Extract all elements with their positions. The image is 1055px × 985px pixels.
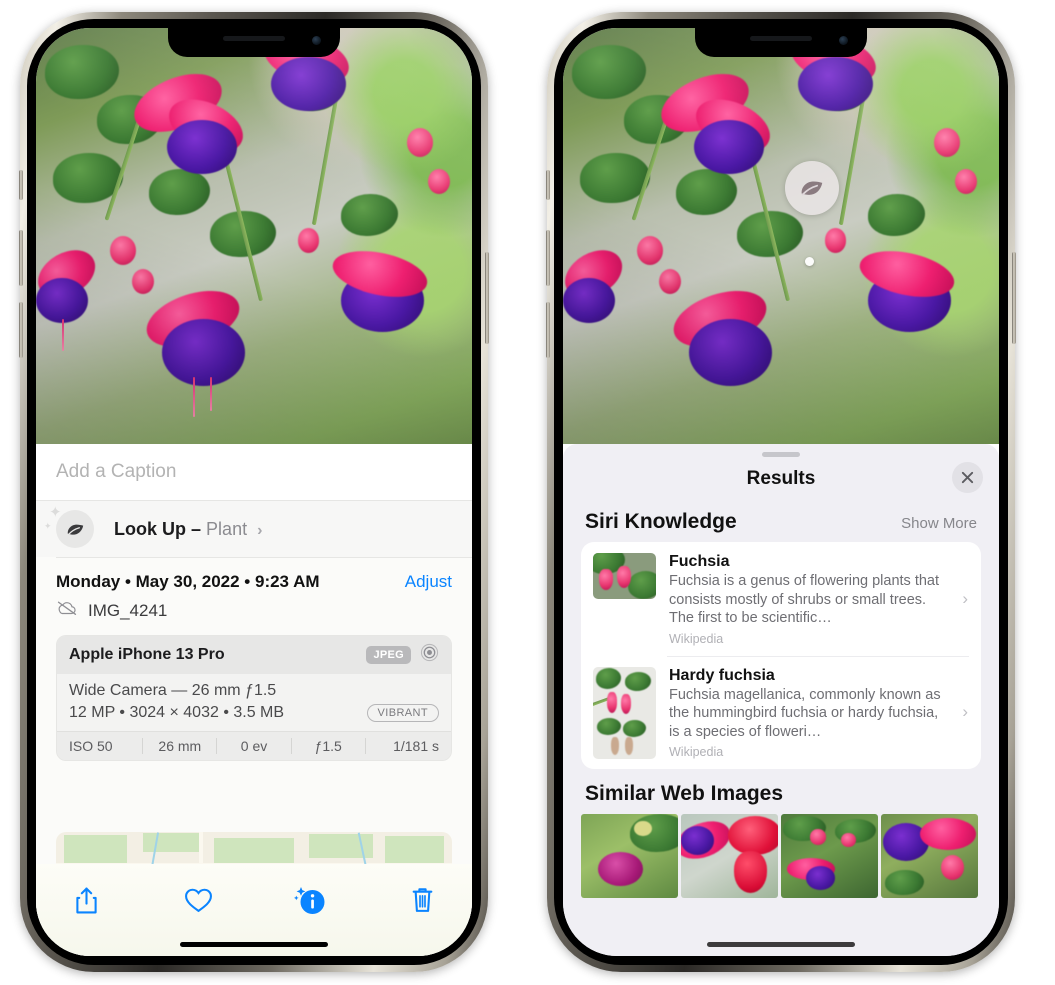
chevron-right-icon: › — [257, 521, 263, 539]
adjust-button[interactable]: Adjust — [405, 572, 452, 592]
volume-down-button[interactable] — [546, 302, 550, 358]
show-more-button[interactable]: Show More — [901, 515, 977, 532]
photo-viewer[interactable] — [36, 28, 472, 444]
screenshot-canvas: Add a Caption ✦ ✦ Look Up – Plant › Mond… — [0, 0, 1055, 985]
result-title: Hardy fuchsia — [669, 666, 775, 684]
list-item[interactable]: Fuchsia Fuchsia is a genus of flowering … — [581, 542, 981, 656]
exif-ev: 0 ev — [217, 738, 292, 754]
share-button[interactable] — [66, 880, 106, 920]
front-camera-icon — [839, 36, 848, 45]
photographic-style-badge: VIBRANT — [366, 704, 439, 722]
iphone-right: Results Siri Knowledge Show More Fuchsia… — [546, 12, 1016, 972]
similar-image-thumbnail[interactable] — [581, 814, 678, 899]
home-indicator[interactable] — [180, 942, 328, 947]
camera-card-body: Wide Camera — 26 mm ƒ1.5 12 MP • 3024 × … — [57, 674, 451, 731]
delete-button[interactable] — [402, 880, 442, 920]
result-description: Fuchsia is a genus of flowering plants t… — [669, 573, 940, 627]
info-button[interactable] — [290, 880, 330, 920]
photo-viewer[interactable] — [563, 28, 999, 444]
screen-left: Add a Caption ✦ ✦ Look Up – Plant › Mond… — [36, 28, 472, 956]
look-up-dash: – — [191, 518, 202, 539]
camera-model: Apple iPhone 13 Pro — [69, 646, 225, 663]
mute-switch[interactable] — [19, 170, 23, 200]
result-thumbnail — [593, 553, 656, 599]
leaf-icon — [56, 510, 94, 548]
earpiece-speaker — [223, 36, 285, 41]
close-button[interactable] — [952, 462, 983, 493]
photo-shading — [563, 28, 999, 444]
front-camera-icon — [312, 36, 321, 45]
exif-iso: ISO 50 — [67, 738, 144, 754]
home-indicator[interactable] — [707, 942, 855, 947]
aperture-icon — [420, 643, 439, 667]
exif-shutter: 1/181 s — [393, 738, 440, 754]
look-up-subject: Plant — [206, 518, 248, 539]
lens-info: Wide Camera — 26 mm ƒ1.5 — [69, 682, 277, 699]
volume-up-button[interactable] — [546, 230, 550, 286]
exif-focal: 26 mm — [143, 738, 218, 754]
similar-images-title: Similar Web Images — [585, 782, 784, 806]
results-header: Results — [563, 457, 999, 501]
siri-knowledge-header: Siri Knowledge Show More — [563, 501, 999, 542]
mute-switch[interactable] — [546, 170, 550, 200]
siri-knowledge-list: Fuchsia Fuchsia is a genus of flowering … — [581, 542, 981, 770]
result-thumbnail — [593, 666, 656, 759]
exif-row: ISO 50 26 mm 0 ev ƒ1.5 1/181 s — [57, 731, 451, 760]
favorite-button[interactable] — [178, 880, 218, 920]
power-button[interactable] — [485, 252, 489, 344]
similar-image-thumbnail[interactable] — [781, 814, 878, 899]
look-up-row[interactable]: ✦ ✦ Look Up – Plant › — [36, 501, 472, 557]
similar-image-thumbnail[interactable] — [681, 814, 778, 899]
photo-shading — [36, 28, 472, 444]
look-up-label: Look Up – Plant › — [114, 519, 262, 540]
look-up-title: Look Up — [114, 518, 186, 539]
siri-knowledge-title: Siri Knowledge — [585, 510, 737, 533]
results-title: Results — [746, 468, 816, 489]
exif-aperture: ƒ1.5 — [292, 738, 366, 754]
result-source: Wikipedia — [669, 745, 724, 760]
chevron-right-icon: › — [962, 588, 968, 608]
look-up-icon-wrap: ✦ ✦ — [44, 505, 94, 548]
results-sheet: Results Siri Knowledge Show More Fuchsia… — [563, 444, 999, 956]
volume-up-button[interactable] — [19, 230, 23, 286]
notch — [695, 28, 867, 57]
result-description: Fuchsia magellanica, commonly known as t… — [669, 686, 941, 740]
camera-card-header: Apple iPhone 13 Pro JPEG — [57, 636, 451, 674]
volume-down-button[interactable] — [19, 302, 23, 358]
similar-images-strip[interactable] — [563, 814, 999, 899]
caption-placeholder: Add a Caption — [56, 461, 177, 482]
screen-right: Results Siri Knowledge Show More Fuchsia… — [563, 28, 999, 956]
photo-filename: IMG_4241 — [88, 600, 168, 620]
file-info: 12 MP • 3024 × 4032 • 3.5 MB — [69, 704, 285, 721]
result-title: Fuchsia — [669, 553, 730, 570]
icloud-slash-icon — [56, 600, 78, 621]
result-source: Wikipedia — [669, 631, 724, 646]
list-item[interactable]: Hardy fuchsia Fuchsia magellanica, commo… — [581, 655, 981, 770]
caption-field[interactable]: Add a Caption — [36, 444, 472, 501]
photo-metadata: Monday • May 30, 2022 • 9:23 AM Adjust I… — [36, 558, 472, 631]
earpiece-speaker — [750, 36, 812, 41]
power-button[interactable] — [1012, 252, 1016, 344]
photo-date: Monday • May 30, 2022 • 9:23 AM — [56, 572, 320, 591]
format-badge: JPEG — [366, 646, 411, 664]
notch — [168, 28, 340, 57]
sparkle-small-icon: ✦ — [44, 521, 52, 531]
visual-look-up-anchor-dot — [804, 256, 814, 266]
photo-info-sheet: Add a Caption ✦ ✦ Look Up – Plant › Mond… — [36, 444, 472, 956]
camera-info-card[interactable]: Apple iPhone 13 Pro JPEG Wide Camera — 2… — [56, 635, 452, 761]
iphone-left: Add a Caption ✦ ✦ Look Up – Plant › Mond… — [19, 12, 489, 972]
chevron-right-icon: › — [962, 702, 968, 722]
similar-image-thumbnail[interactable] — [881, 814, 978, 899]
